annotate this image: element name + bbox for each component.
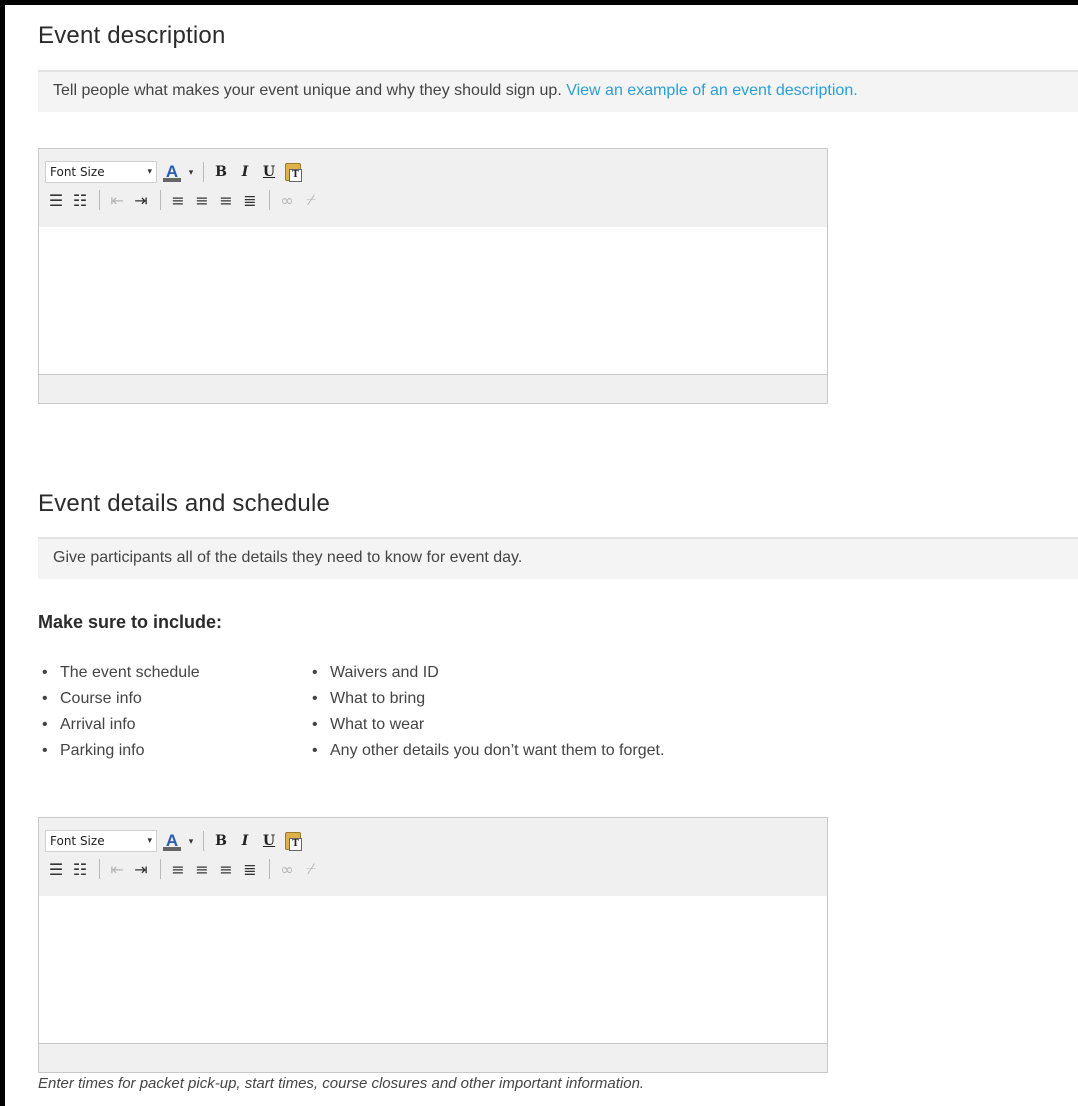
- justify-icon[interactable]: ≣: [239, 858, 261, 880]
- event-description-intro-text: Tell people what makes your event unique…: [53, 82, 562, 99]
- toolbar-separator: [203, 162, 204, 182]
- align-center-icon[interactable]: ≡: [191, 858, 213, 880]
- italic-icon[interactable]: I: [234, 161, 256, 183]
- paste-text-button[interactable]: [282, 161, 304, 183]
- list-item: Parking info: [38, 738, 200, 764]
- bullet-list-icon[interactable]: ☰: [45, 189, 67, 211]
- paste-text-button[interactable]: [282, 830, 304, 852]
- paste-text-icon: [285, 832, 302, 851]
- chevron-down-icon: ▾: [147, 836, 152, 846]
- indent-icon[interactable]: ⇥: [130, 189, 152, 211]
- toolbar-separator: [99, 859, 100, 879]
- window-frame-top: [0, 0, 1078, 5]
- event-details-intro: Give participants all of the details the…: [38, 537, 1078, 579]
- window-frame-left: [0, 0, 5, 1106]
- font-size-dropdown[interactable]: Font Size ▾: [45, 161, 157, 183]
- numbered-list-icon[interactable]: ☷: [69, 189, 91, 211]
- event-details-editor: Font Size ▾ A ▾ B I U ☰ ☷ ⇤ ⇥ ≡ ≡ ≡ ≣ ∞ …: [38, 817, 828, 1073]
- toolbar-separator: [203, 831, 204, 851]
- list-item: Any other details you don’t want them to…: [308, 738, 664, 764]
- align-left-icon[interactable]: ≡: [167, 858, 189, 880]
- event-description-example-link[interactable]: View an example of an event description.: [566, 82, 857, 99]
- event-details-helper-text: Enter times for packet pick-up, start ti…: [38, 1075, 645, 1092]
- list-item: The event schedule: [38, 660, 200, 686]
- font-color-dropdown-icon[interactable]: ▾: [185, 830, 197, 852]
- toolbar-separator: [269, 190, 270, 210]
- font-size-label: Font Size: [50, 165, 105, 179]
- editor-toolbar: Font Size ▾ A ▾ B I U ☰ ☷ ⇤ ⇥ ≡ ≡ ≡ ≣ ∞ …: [39, 818, 827, 897]
- include-heading: Make sure to include:: [38, 612, 223, 632]
- editor-toolbar-row-2: ☰ ☷ ⇤ ⇥ ≡ ≡ ≡ ≣ ∞ ⌿: [45, 856, 324, 882]
- outdent-icon[interactable]: ⇤: [106, 189, 128, 211]
- list-item: Arrival info: [38, 712, 200, 738]
- indent-icon[interactable]: ⇥: [130, 858, 152, 880]
- toolbar-separator: [99, 190, 100, 210]
- font-size-label: Font Size: [50, 834, 105, 848]
- align-right-icon[interactable]: ≡: [215, 189, 237, 211]
- editor-toolbar-row-2: ☰ ☷ ⇤ ⇥ ≡ ≡ ≡ ≣ ∞ ⌿: [45, 187, 324, 213]
- toolbar-separator: [269, 859, 270, 879]
- toolbar-separator: [160, 190, 161, 210]
- include-list-left: The event schedule Course info Arrival i…: [38, 660, 200, 764]
- include-list-right: Waivers and ID What to bring What to wea…: [308, 660, 664, 764]
- align-right-icon[interactable]: ≡: [215, 858, 237, 880]
- font-color-dropdown-icon[interactable]: ▾: [185, 161, 197, 183]
- event-details-text-area[interactable]: [39, 896, 827, 1044]
- list-item: Course info: [38, 686, 200, 712]
- list-item: What to wear: [308, 712, 664, 738]
- font-color-icon[interactable]: A: [161, 830, 183, 852]
- bold-icon[interactable]: B: [210, 161, 232, 183]
- event-description-text-area[interactable]: [39, 227, 827, 375]
- numbered-list-icon[interactable]: ☷: [69, 858, 91, 880]
- outdent-icon[interactable]: ⇤: [106, 858, 128, 880]
- link-icon[interactable]: ∞: [276, 189, 298, 211]
- event-details-title: Event details and schedule: [38, 490, 331, 517]
- justify-icon[interactable]: ≣: [239, 189, 261, 211]
- editor-toolbar-row-1: Font Size ▾ A ▾ B I U: [45, 159, 306, 185]
- bold-icon[interactable]: B: [210, 830, 232, 852]
- font-size-dropdown[interactable]: Font Size ▾: [45, 830, 157, 852]
- bullet-list-icon[interactable]: ☰: [45, 858, 67, 880]
- event-description-editor: Font Size ▾ A ▾ B I U ☰ ☷ ⇤ ⇥ ≡ ≡ ≡ ≣ ∞ …: [38, 148, 828, 404]
- editor-status-bar: [39, 1043, 827, 1072]
- underline-icon[interactable]: U: [258, 161, 280, 183]
- align-center-icon[interactable]: ≡: [191, 189, 213, 211]
- underline-icon[interactable]: U: [258, 830, 280, 852]
- link-icon[interactable]: ∞: [276, 858, 298, 880]
- list-item: Waivers and ID: [308, 660, 664, 686]
- paste-text-icon: [285, 163, 302, 182]
- font-color-icon[interactable]: A: [161, 161, 183, 183]
- unlink-icon[interactable]: ⌿: [300, 189, 322, 211]
- unlink-icon[interactable]: ⌿: [300, 858, 322, 880]
- event-details-intro-text: Give participants all of the details the…: [53, 549, 523, 566]
- chevron-down-icon: ▾: [147, 167, 152, 177]
- align-left-icon[interactable]: ≡: [167, 189, 189, 211]
- italic-icon[interactable]: I: [234, 830, 256, 852]
- list-item: What to bring: [308, 686, 664, 712]
- event-description-title: Event description: [38, 22, 226, 49]
- editor-toolbar-row-1: Font Size ▾ A ▾ B I U: [45, 828, 306, 854]
- toolbar-separator: [160, 859, 161, 879]
- event-description-intro: Tell people what makes your event unique…: [38, 70, 1078, 112]
- editor-status-bar: [39, 374, 827, 403]
- editor-toolbar: Font Size ▾ A ▾ B I U ☰ ☷ ⇤ ⇥ ≡ ≡ ≡ ≣ ∞ …: [39, 149, 827, 228]
